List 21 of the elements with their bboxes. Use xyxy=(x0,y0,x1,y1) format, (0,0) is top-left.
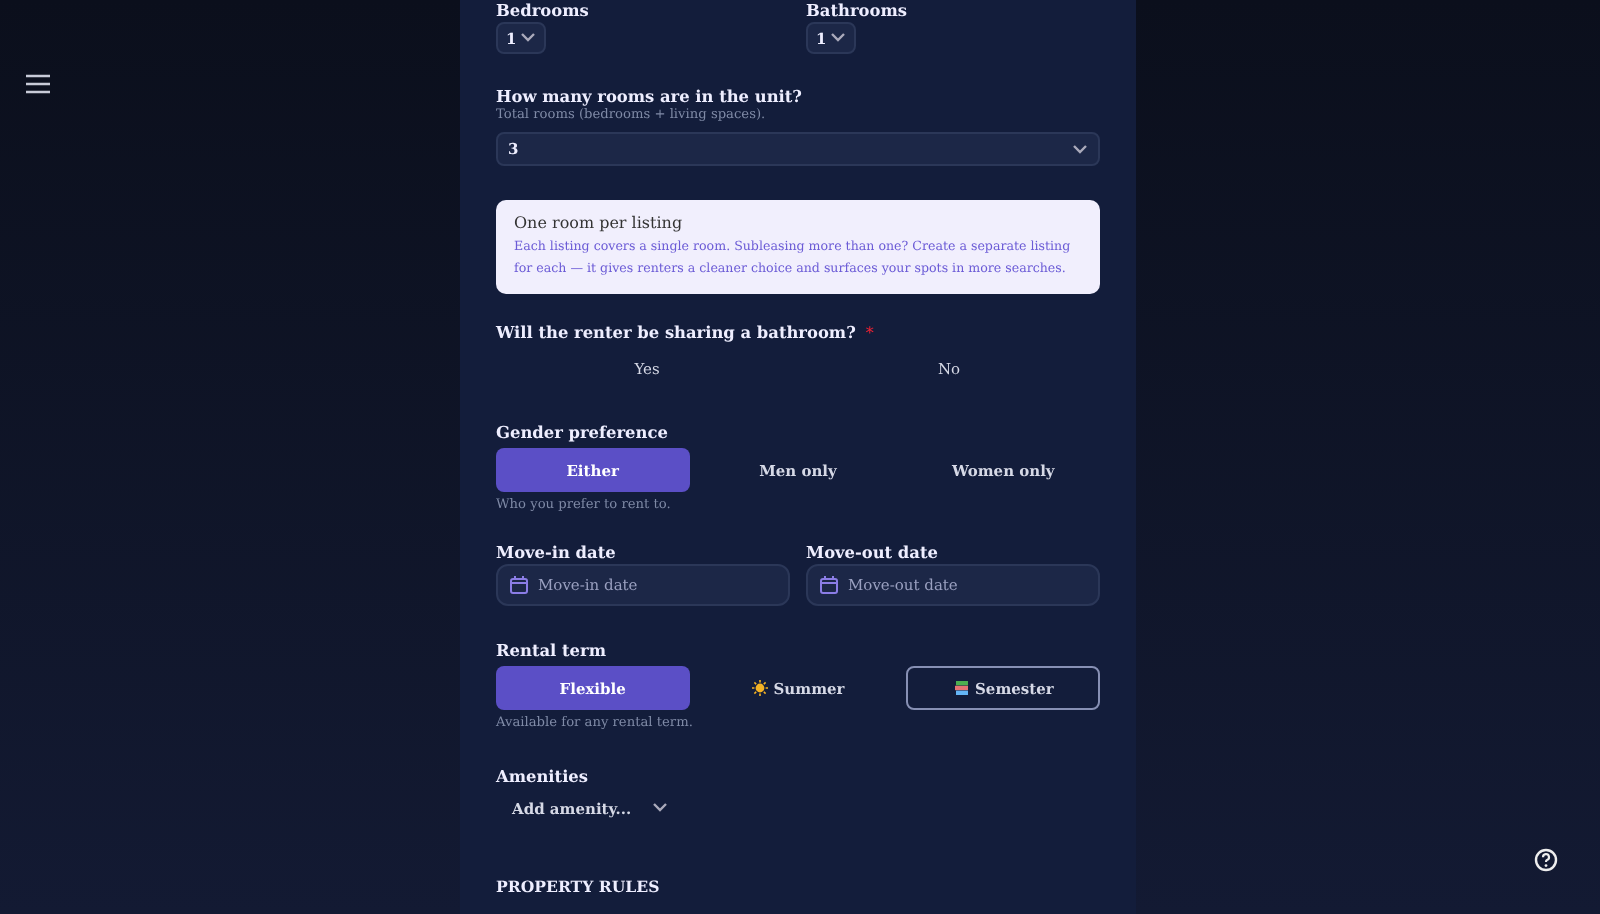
chevron-icon xyxy=(1072,143,1088,155)
field-label: Amenities xyxy=(496,766,590,786)
chevron-icon xyxy=(651,802,668,814)
field-label: Gender preference xyxy=(496,422,670,442)
chevron-icon xyxy=(830,32,846,44)
calendar-icon xyxy=(510,576,528,594)
question-label: Will the renter be sharing a bathroom? xyxy=(496,322,856,342)
books-icon xyxy=(953,680,970,696)
field-label: How many rooms are in the unit? xyxy=(496,86,804,106)
field-label: Bathrooms xyxy=(806,0,909,20)
field-label: Move-in date xyxy=(496,542,618,562)
chevron-icon xyxy=(520,32,536,44)
sun-icon xyxy=(751,680,768,696)
field-label: Bedrooms xyxy=(496,0,591,20)
field-label: Rental term xyxy=(496,640,608,660)
help-icon[interactable] xyxy=(1534,848,1558,872)
calendar-icon xyxy=(820,576,838,594)
menu-icon[interactable] xyxy=(26,74,50,94)
notice-title: One room per listing xyxy=(514,214,685,232)
field-label: Move-out date xyxy=(806,542,940,562)
required-mark: * xyxy=(865,324,874,342)
